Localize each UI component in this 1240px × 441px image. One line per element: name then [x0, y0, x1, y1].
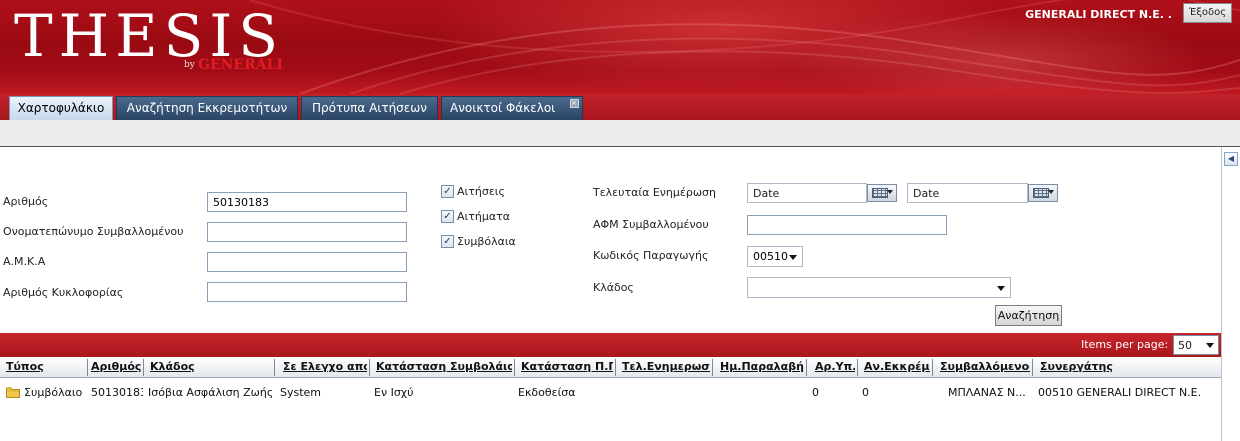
column-divider[interactable]: [514, 359, 515, 376]
amka-label: Α.Μ.Κ.Α: [3, 255, 46, 268]
row-ar-yp[interactable]: 0: [812, 386, 852, 399]
toolbar-strip: [0, 120, 1240, 147]
side-panel-divider: [1221, 147, 1222, 441]
last-update-label: Τελευταία Ενημέρωση: [593, 186, 716, 199]
column-checked-by[interactable]: Σε Ελεγχο απο: [283, 360, 367, 373]
row-open-pending[interactable]: 0: [862, 386, 928, 399]
production-code-label: Κωδικός Παραγωγής: [593, 249, 709, 262]
requests-checkbox[interactable]: ✓: [441, 210, 454, 223]
logo-by-text: by: [184, 60, 195, 70]
items-per-page-label: Items per page:: [1081, 338, 1169, 351]
date-from-input[interactable]: Date: [747, 183, 867, 203]
afm-label: ΑΦΜ Συμβαλλομένου: [593, 218, 709, 231]
column-number[interactable]: Αριθμός: [91, 360, 141, 373]
number-input[interactable]: 50130183: [207, 192, 407, 212]
generali-logo: GENERALI: [198, 57, 283, 73]
column-divider[interactable]: [932, 359, 933, 376]
row-policy-status[interactable]: Εν Ισχύ: [374, 386, 510, 399]
column-branch[interactable]: Κλάδος: [150, 360, 272, 373]
column-divider[interactable]: [857, 359, 858, 376]
logout-button[interactable]: Έξοδος: [1183, 3, 1232, 23]
column-divider[interactable]: [806, 359, 807, 376]
applications-checkbox-label: Αιτήσεις: [457, 185, 505, 198]
column-type[interactable]: Τύπος: [6, 360, 84, 373]
column-partner[interactable]: Συνεργάτης: [1040, 360, 1160, 373]
tab-bar: Χαρτοφυλάκιο Αναζήτηση Εκκρεμοτήτων Πρότ…: [0, 94, 1240, 120]
search-button[interactable]: Αναζήτηση: [995, 305, 1062, 326]
column-divider[interactable]: [615, 359, 616, 376]
insured-name-input[interactable]: [207, 222, 407, 242]
tab-open-folders[interactable]: Ανοικτοί Φάκελοι ×: [441, 96, 583, 120]
column-open-pending[interactable]: Αν.Εκκρέμ.: [864, 360, 930, 373]
company-name: GENERALI DIRECT N.E. .: [1025, 8, 1172, 21]
row-type[interactable]: Συμβόλαιο: [24, 386, 86, 399]
row-branch[interactable]: Ισόβια Ασφάλιση Ζωής: [148, 386, 272, 399]
afm-input[interactable]: [747, 215, 947, 235]
items-per-page-value: 50: [1178, 339, 1192, 352]
column-receipt-date[interactable]: Ημ.Παραλαβής: [720, 360, 804, 373]
column-divider[interactable]: [87, 359, 88, 376]
branch-select[interactable]: [747, 277, 1011, 298]
date-from-calendar-icon[interactable]: [867, 184, 897, 202]
policies-checkbox-label: Συμβόλαια: [457, 235, 516, 248]
tab-pending-search[interactable]: Αναζήτηση Εκκρεμοτήτων: [116, 96, 298, 120]
row-partner[interactable]: 00510 GENERALI DIRECT N.E.: [1038, 386, 1208, 399]
close-tab-icon[interactable]: ×: [570, 99, 579, 108]
row-checked-by[interactable]: System: [280, 386, 366, 399]
applications-checkbox[interactable]: ✓: [441, 185, 454, 198]
results-pager-bar: Items per page: 50: [0, 333, 1221, 357]
row-pp-status[interactable]: Εκδοθείσα: [518, 386, 612, 399]
row-insured[interactable]: ΜΠΛΑΝΑΣ Ν...: [948, 386, 1030, 399]
branch-label: Κλάδος: [593, 281, 634, 294]
header-banner: THESIS by GENERALI GENERALI DIRECT N.E. …: [0, 0, 1240, 94]
folder-icon: [6, 387, 20, 398]
number-label: Αριθμός: [3, 195, 49, 208]
column-divider[interactable]: [712, 359, 713, 376]
chevron-down-icon: [997, 286, 1005, 291]
column-insured[interactable]: Συμβαλλόμενος: [940, 360, 1030, 373]
production-code-select[interactable]: 00510: [747, 246, 803, 267]
column-divider[interactable]: [143, 359, 144, 376]
column-last-update[interactable]: Τελ.Ενημερωση: [622, 360, 710, 373]
tab-open-folders-label: Ανοικτοί Φάκελοι: [450, 101, 556, 115]
column-ar-yp[interactable]: Αρ.Υπ.: [815, 360, 855, 373]
collapse-panel-icon[interactable]: ◀: [1224, 152, 1238, 166]
date-to-input[interactable]: Date: [907, 183, 1028, 203]
date-to-calendar-icon[interactable]: [1028, 184, 1058, 202]
plate-number-label: Αριθμός Κυκλοφορίας: [3, 286, 124, 299]
items-per-page-select[interactable]: 50: [1173, 335, 1219, 355]
insured-name-label: Ονοματεπώνυμο Συμβαλλομένου: [3, 225, 184, 238]
column-divider[interactable]: [1032, 359, 1033, 376]
chevron-down-icon: [1206, 343, 1214, 348]
column-divider[interactable]: [369, 359, 370, 376]
tab-portfolio[interactable]: Χαρτοφυλάκιο: [9, 96, 113, 120]
column-pp-status[interactable]: Κατάσταση Π.Π.: [521, 360, 613, 373]
tab-application-templates[interactable]: Πρότυπα Αιτήσεων: [301, 96, 438, 120]
chevron-down-icon: [789, 255, 797, 260]
row-number[interactable]: 50130183: [91, 386, 143, 399]
policies-checkbox[interactable]: ✓: [441, 235, 454, 248]
amka-input[interactable]: [207, 252, 407, 272]
requests-checkbox-label: Αιτήματα: [457, 210, 510, 223]
column-policy-status[interactable]: Κατάσταση Συμβολάιου: [376, 360, 512, 373]
production-code-value: 00510: [753, 250, 788, 263]
plate-number-input[interactable]: [207, 282, 407, 302]
results-grid-header: Τύπος Αριθμός Κλάδος Σε Ελεγχο απο Κατάσ…: [0, 357, 1221, 378]
column-divider[interactable]: [274, 359, 275, 376]
